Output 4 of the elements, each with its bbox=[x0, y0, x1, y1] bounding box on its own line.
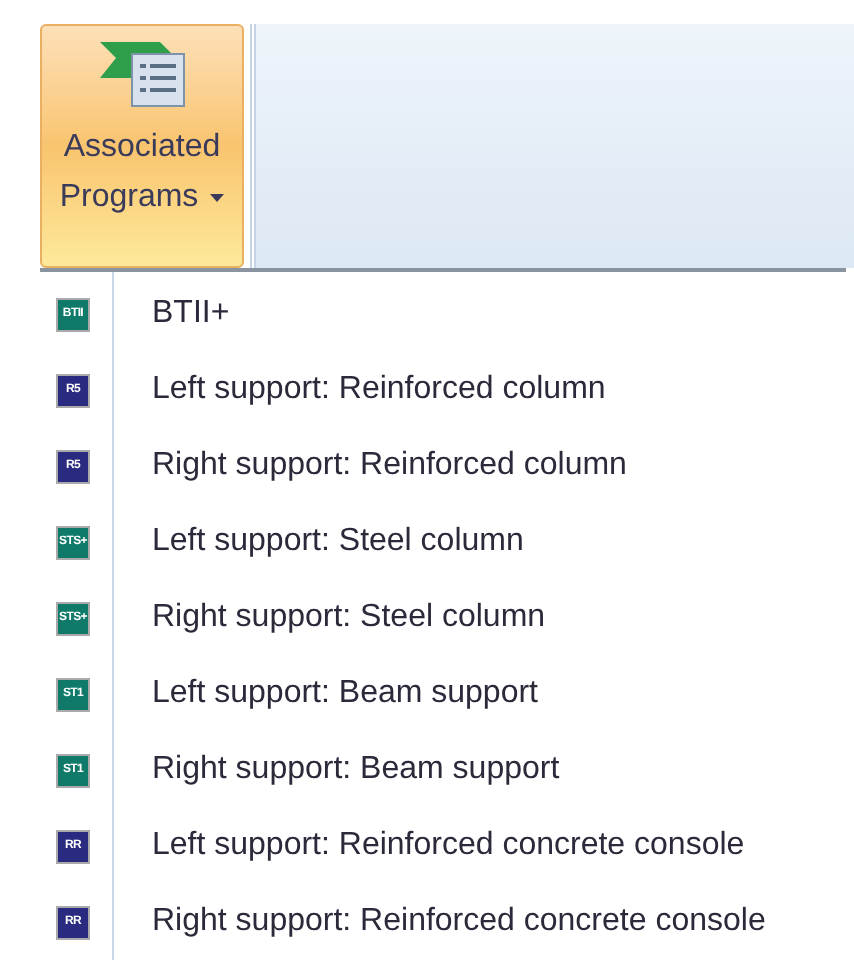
button-label: Programs bbox=[59, 178, 199, 218]
associated-programs-button[interactable]: Associated Programs bbox=[40, 24, 244, 268]
button-label: Associated bbox=[63, 128, 221, 168]
caret-icon bbox=[210, 193, 225, 201]
